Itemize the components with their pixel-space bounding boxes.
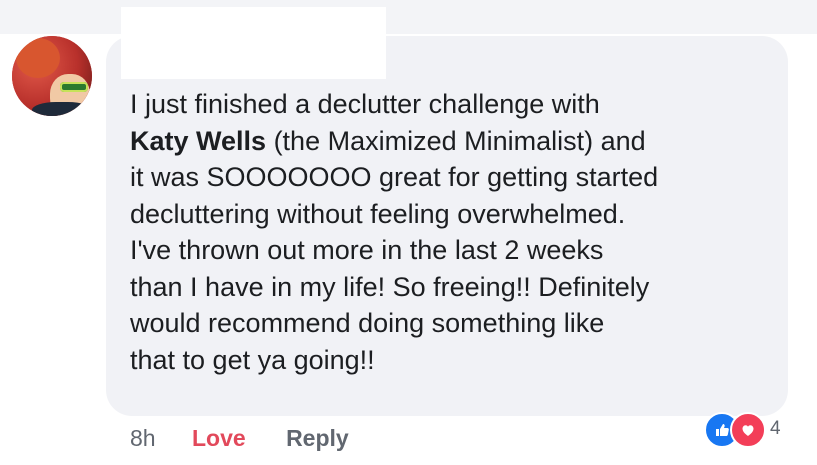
comment-actions: 8h Love Reply xyxy=(130,423,349,453)
comment-line: would recommend doing something like xyxy=(130,308,605,338)
comment-line: Katy Wells (the Maximized Minimalist) an… xyxy=(130,123,780,160)
thumbs-up-icon xyxy=(716,424,729,436)
avatar[interactable] xyxy=(12,36,92,116)
comment-text: I just finished a declutter challenge wi… xyxy=(130,86,780,378)
comment-screenshot: I just finished a declutter challenge wi… xyxy=(0,0,817,465)
reactions-summary[interactable]: 4 xyxy=(704,412,800,448)
comment-line: it was SOOOOOOO great for getting starte… xyxy=(130,162,659,192)
comment-line: I've thrown out more in the last 2 weeks xyxy=(130,235,604,265)
reaction-count: 4 xyxy=(770,418,781,439)
reply-button[interactable]: Reply xyxy=(286,423,349,453)
comment-line: that to get ya going!! xyxy=(130,344,375,375)
avatar-hair xyxy=(16,38,60,78)
comment-line: I just finished a declutter challenge wi… xyxy=(130,89,600,119)
redacted-commenter-name xyxy=(121,7,386,79)
comment-line: decluttering without feeling overwhelmed… xyxy=(130,198,626,229)
love-reaction-button[interactable]: Love xyxy=(192,423,246,453)
heart-icon xyxy=(742,425,754,436)
timestamp-link[interactable]: 8h xyxy=(130,423,156,453)
comment-line: than I have in my life! So freeing!! Def… xyxy=(130,271,650,302)
mention-link[interactable]: Katy Wells xyxy=(130,126,266,156)
love-icon xyxy=(730,412,766,448)
avatar-shirt xyxy=(32,102,92,116)
avatar-sunglasses xyxy=(60,82,88,92)
comment-line-rest: (the Maximized Minimalist) and xyxy=(266,125,646,156)
